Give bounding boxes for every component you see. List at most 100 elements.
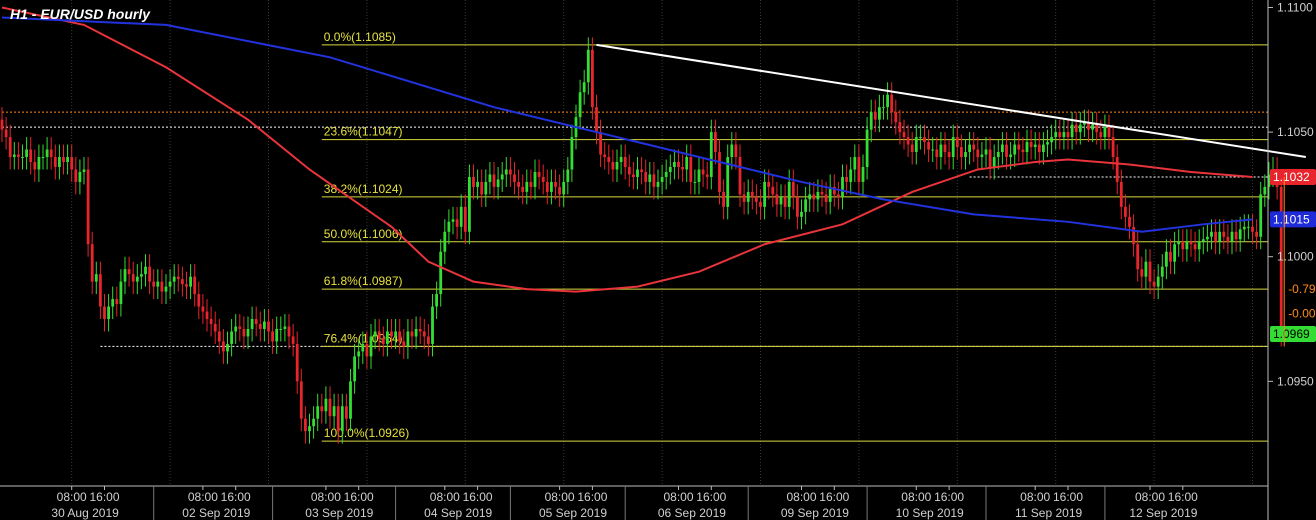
candle-body bbox=[972, 144, 976, 150]
candle-body bbox=[1132, 226, 1135, 245]
candle-body bbox=[677, 162, 680, 167]
candle-body bbox=[890, 94, 894, 113]
candle-body bbox=[1173, 244, 1176, 262]
candle-body bbox=[894, 112, 898, 123]
candle-body bbox=[17, 154, 20, 158]
candle-body bbox=[1193, 244, 1197, 250]
candle-body bbox=[156, 281, 160, 287]
candle-body bbox=[558, 186, 561, 195]
candle-body bbox=[1165, 251, 1168, 267]
candle-body bbox=[709, 132, 713, 177]
candle-body bbox=[4, 129, 8, 138]
candle-body bbox=[1181, 241, 1185, 250]
candle-body bbox=[148, 266, 151, 282]
candle-body bbox=[476, 181, 479, 187]
candle-body bbox=[504, 169, 508, 175]
candle-body bbox=[566, 169, 570, 182]
candle-body bbox=[1230, 231, 1234, 242]
candle-body bbox=[263, 321, 266, 329]
candle-body bbox=[1099, 132, 1103, 138]
price-badge-label: 1.1015 bbox=[1273, 212, 1310, 226]
candle-body bbox=[1144, 261, 1148, 277]
candle-body bbox=[763, 181, 766, 207]
time-tick-label: 08:00 bbox=[1135, 490, 1165, 504]
candle-body bbox=[722, 191, 725, 207]
candle-body bbox=[291, 336, 295, 344]
candle-body bbox=[804, 199, 807, 212]
candle-body bbox=[308, 426, 311, 432]
candle-body bbox=[1201, 239, 1205, 242]
candle-body bbox=[447, 221, 451, 232]
candle-body bbox=[800, 211, 803, 217]
change-points: -0.0088 bbox=[1288, 307, 1316, 321]
candle-body bbox=[529, 181, 533, 187]
candle-body bbox=[189, 276, 192, 287]
candle-body bbox=[21, 157, 24, 159]
candle-body bbox=[111, 299, 115, 307]
date-label: 10 Sep 2019 bbox=[896, 506, 964, 520]
candle-body bbox=[431, 306, 434, 344]
time-tick-label: 16:00 bbox=[1053, 490, 1083, 504]
time-axis: 08:00 16:0030 Aug 201908:00 16:0002 Sep 20… bbox=[51, 486, 1198, 520]
candle-body bbox=[1042, 144, 1045, 153]
candle-body bbox=[369, 336, 373, 357]
candle-body bbox=[1046, 142, 1049, 145]
candle-body bbox=[94, 274, 98, 282]
candle-body bbox=[742, 194, 746, 202]
candle-body bbox=[66, 157, 69, 162]
candle-body bbox=[1025, 142, 1029, 153]
candle-body bbox=[623, 157, 627, 167]
candle-body bbox=[217, 331, 221, 342]
candle-body bbox=[70, 157, 74, 170]
candle-body bbox=[1169, 251, 1172, 262]
candle-body bbox=[767, 181, 771, 187]
time-tick-label: 16:00 bbox=[344, 490, 374, 504]
candle-body bbox=[541, 176, 545, 182]
candle-body bbox=[787, 181, 791, 207]
candle-body bbox=[1156, 276, 1160, 287]
candle-body bbox=[1140, 269, 1144, 277]
candle-body bbox=[820, 191, 824, 195]
time-tick-label: 08:00 bbox=[311, 490, 341, 504]
candle-body bbox=[222, 341, 225, 352]
candle-body bbox=[611, 162, 615, 170]
candle-body bbox=[697, 169, 701, 182]
candle-body bbox=[705, 174, 709, 177]
candle-body bbox=[1050, 137, 1053, 143]
candle-body bbox=[648, 174, 652, 182]
time-tick-label: 08:00 bbox=[1020, 490, 1050, 504]
candle-body bbox=[418, 328, 422, 332]
candle-body bbox=[427, 336, 430, 344]
candle-body bbox=[181, 279, 184, 285]
candle-body bbox=[984, 149, 988, 155]
candle-body bbox=[250, 319, 254, 329]
candle-body bbox=[1111, 137, 1115, 158]
candle-body bbox=[853, 157, 857, 170]
candle-body bbox=[320, 406, 324, 412]
candle-body bbox=[29, 149, 33, 162]
candle-body bbox=[996, 152, 1000, 158]
candle-body bbox=[230, 331, 233, 344]
candle-body bbox=[517, 181, 520, 187]
candle-body bbox=[398, 331, 402, 342]
date-label: 06 Sep 2019 bbox=[658, 506, 726, 520]
candle-body bbox=[1066, 132, 1070, 138]
candle-body bbox=[1078, 124, 1082, 133]
candle-body bbox=[410, 331, 414, 337]
candle-body bbox=[103, 306, 106, 320]
candle-body bbox=[808, 194, 812, 200]
candle-body bbox=[209, 319, 213, 324]
candle-body bbox=[927, 142, 930, 150]
candle-body bbox=[402, 341, 406, 347]
candle-body bbox=[361, 343, 365, 352]
candle-body bbox=[406, 331, 410, 347]
change-percent: -0.79% bbox=[1288, 282, 1316, 296]
candle-body bbox=[377, 331, 381, 339]
time-tick-label: 08:00 bbox=[430, 490, 460, 504]
candle-body bbox=[857, 157, 861, 182]
price-badge-label: 1.0969 bbox=[1273, 327, 1310, 341]
candle-body bbox=[976, 149, 980, 158]
candle-body bbox=[484, 181, 488, 195]
candle-body bbox=[336, 406, 340, 432]
candle-body bbox=[992, 157, 996, 167]
